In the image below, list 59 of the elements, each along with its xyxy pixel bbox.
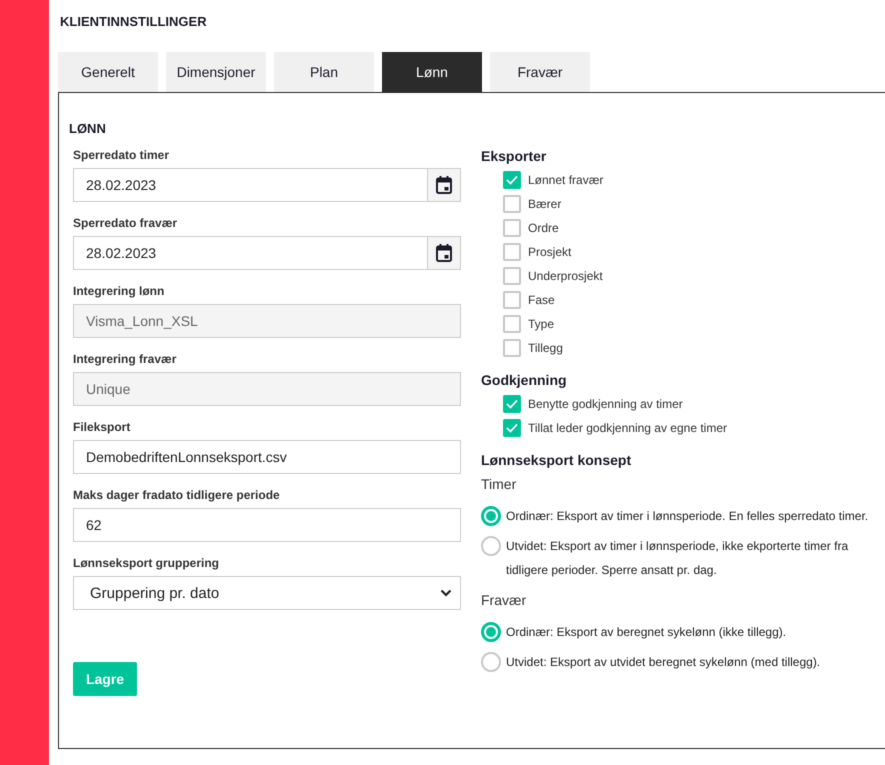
checkbox[interactable] [503, 171, 521, 189]
date-field[interactable]: 28.02.2023 [73, 168, 461, 202]
page-title: KLIENTINNSTILLINGER [60, 14, 208, 31]
calendar-icon [436, 244, 452, 262]
checkbox-label: Benytte godkjenning av timer [528, 397, 683, 411]
radio-label: Utvidet: Eksport av timer i lønnsperiode, ikke ekporterte timer fra tidligere perioder. Sperre ansatt pr. dag. [506, 538, 850, 579]
input-field[interactable]: Visma_Lonn_XSL [73, 304, 461, 338]
group-title: Lønnseksport konsept [481, 452, 632, 468]
checkbox[interactable] [503, 339, 521, 357]
field-label: Integrering lønn [73, 284, 166, 298]
date-field[interactable]: 28.02.2023 [73, 236, 461, 270]
input-field[interactable]: 62 [73, 508, 461, 542]
field-label: Lønnseksport gruppering [73, 556, 220, 570]
checkbox-label: Tillegg [528, 341, 563, 355]
checkbox-label: Fase [528, 293, 555, 307]
section-title: LØNN [69, 121, 107, 136]
checkbox-label: Type [528, 317, 554, 331]
tab[interactable]: Dimensjoner [166, 52, 266, 92]
tab[interactable]: Fravær [490, 52, 590, 92]
input-field[interactable]: Unique [73, 372, 461, 406]
checkbox-label: Ordre [528, 221, 559, 235]
select-field[interactable]: Gruppering pr. dato [73, 576, 461, 610]
radio-label: Utvidet: Eksport av utvidet beregnet sykelønn (med tillegg). [506, 654, 820, 671]
input-field[interactable]: DemobedriftenLonnseksport.csv [73, 440, 461, 474]
checkbox[interactable] [503, 219, 521, 237]
radio-button[interactable] [481, 536, 501, 556]
chevron-down-icon [440, 589, 452, 597]
checkbox[interactable] [503, 267, 521, 285]
tab[interactable]: Lønn [382, 52, 482, 92]
subgroup-label: Fravær [481, 592, 528, 608]
group-title: Godkjenning [481, 372, 568, 388]
field-label: Fileksport [73, 420, 132, 434]
checkbox[interactable] [503, 291, 521, 309]
radio-button[interactable] [481, 506, 501, 526]
checkbox[interactable] [503, 195, 521, 213]
checkbox[interactable] [503, 315, 521, 333]
calendar-button[interactable] [427, 169, 460, 201]
checkbox-label: Lønnet fravær [528, 173, 604, 187]
radio-button[interactable] [481, 622, 501, 642]
checkbox-label: Bærer [528, 197, 562, 211]
group-title: Eksporter [481, 148, 548, 164]
calendar-button[interactable] [427, 237, 460, 269]
field-label: Maks dager fradato tidligere periode [73, 488, 281, 502]
checkbox-label: Prosjekt [528, 245, 572, 259]
checkbox-label: Tillat leder godkjenning av egne timer [528, 421, 728, 435]
radio-label: Ordinær: Eksport av timer i lønnsperiode. En felles sperredato timer. [506, 508, 868, 525]
tab[interactable]: Plan [274, 52, 374, 92]
checkbox[interactable] [503, 243, 521, 261]
tab[interactable]: Generelt [58, 52, 158, 92]
calendar-icon [436, 176, 452, 194]
field-label: Sperredato fravær [73, 216, 178, 230]
radio-label: Ordinær: Eksport av beregnet sykelønn (ikke tillegg). [506, 624, 786, 641]
field-label: Sperredato timer [73, 148, 170, 162]
subgroup-label: Timer [481, 476, 518, 492]
checkbox-label: Underprosjekt [528, 269, 603, 283]
radio-button[interactable] [481, 652, 501, 672]
checkbox[interactable] [503, 419, 521, 437]
checkbox[interactable] [503, 395, 521, 413]
field-label: Integrering fravær [73, 352, 178, 366]
